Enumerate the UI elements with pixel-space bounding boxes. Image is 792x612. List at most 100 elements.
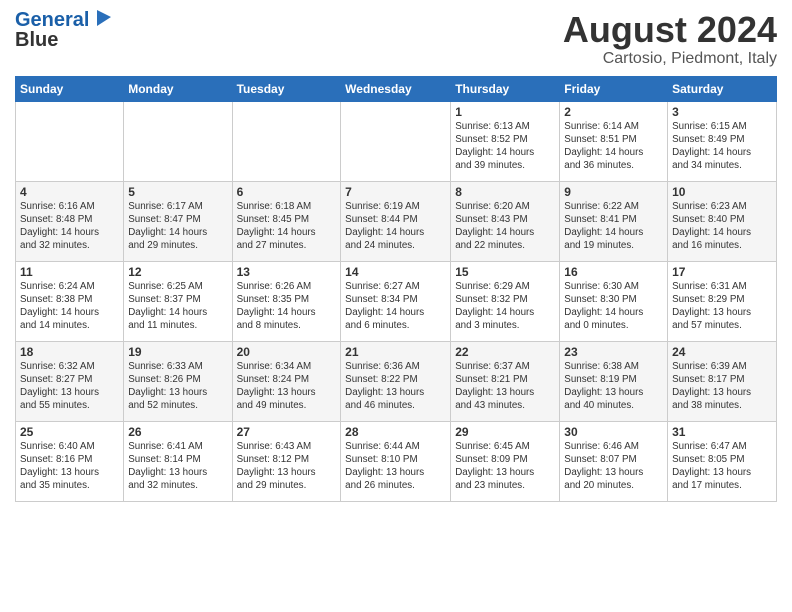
calendar-cell [232,101,341,181]
day-header-friday: Friday [560,76,668,101]
day-number: 2 [564,105,663,119]
calendar-cell: 6Sunrise: 6:18 AM Sunset: 8:45 PM Daylig… [232,181,341,261]
day-info: Sunrise: 6:18 AM Sunset: 8:45 PM Dayligh… [237,200,337,253]
week-row-4: 18Sunrise: 6:32 AM Sunset: 8:27 PM Dayli… [16,341,777,421]
day-header-monday: Monday [124,76,232,101]
day-header-thursday: Thursday [451,76,560,101]
day-header-tuesday: Tuesday [232,76,341,101]
day-number: 21 [345,345,446,359]
calendar-cell: 3Sunrise: 6:15 AM Sunset: 8:49 PM Daylig… [668,101,777,181]
calendar-cell: 15Sunrise: 6:29 AM Sunset: 8:32 PM Dayli… [451,261,560,341]
calendar-cell: 4Sunrise: 6:16 AM Sunset: 8:48 PM Daylig… [16,181,124,261]
day-info: Sunrise: 6:33 AM Sunset: 8:26 PM Dayligh… [128,360,227,413]
calendar-header-row: SundayMondayTuesdayWednesdayThursdayFrid… [16,76,777,101]
day-info: Sunrise: 6:16 AM Sunset: 8:48 PM Dayligh… [20,200,119,253]
calendar-cell: 2Sunrise: 6:14 AM Sunset: 8:51 PM Daylig… [560,101,668,181]
day-number: 25 [20,425,119,439]
calendar-cell [341,101,451,181]
day-number: 16 [564,265,663,279]
calendar-cell: 21Sunrise: 6:36 AM Sunset: 8:22 PM Dayli… [341,341,451,421]
day-info: Sunrise: 6:34 AM Sunset: 8:24 PM Dayligh… [237,360,337,413]
title-block: August 2024 Cartosio, Piedmont, Italy [563,10,777,68]
day-number: 26 [128,425,227,439]
day-info: Sunrise: 6:46 AM Sunset: 8:07 PM Dayligh… [564,440,663,493]
day-number: 31 [672,425,772,439]
day-number: 14 [345,265,446,279]
day-number: 28 [345,425,446,439]
calendar-cell: 20Sunrise: 6:34 AM Sunset: 8:24 PM Dayli… [232,341,341,421]
day-number: 9 [564,185,663,199]
day-number: 30 [564,425,663,439]
calendar-cell: 18Sunrise: 6:32 AM Sunset: 8:27 PM Dayli… [16,341,124,421]
logo-blue-text: Blue [15,29,58,51]
calendar-cell: 14Sunrise: 6:27 AM Sunset: 8:34 PM Dayli… [341,261,451,341]
day-number: 11 [20,265,119,279]
day-info: Sunrise: 6:19 AM Sunset: 8:44 PM Dayligh… [345,200,446,253]
calendar-cell: 9Sunrise: 6:22 AM Sunset: 8:41 PM Daylig… [560,181,668,261]
day-info: Sunrise: 6:27 AM Sunset: 8:34 PM Dayligh… [345,280,446,333]
day-info: Sunrise: 6:40 AM Sunset: 8:16 PM Dayligh… [20,440,119,493]
day-number: 17 [672,265,772,279]
day-info: Sunrise: 6:17 AM Sunset: 8:47 PM Dayligh… [128,200,227,253]
week-row-1: 1Sunrise: 6:13 AM Sunset: 8:52 PM Daylig… [16,101,777,181]
day-info: Sunrise: 6:15 AM Sunset: 8:49 PM Dayligh… [672,120,772,173]
day-number: 7 [345,185,446,199]
day-info: Sunrise: 6:47 AM Sunset: 8:05 PM Dayligh… [672,440,772,493]
day-number: 24 [672,345,772,359]
calendar-cell: 22Sunrise: 6:37 AM Sunset: 8:21 PM Dayli… [451,341,560,421]
day-info: Sunrise: 6:30 AM Sunset: 8:30 PM Dayligh… [564,280,663,333]
calendar-cell: 27Sunrise: 6:43 AM Sunset: 8:12 PM Dayli… [232,421,341,501]
calendar-cell: 12Sunrise: 6:25 AM Sunset: 8:37 PM Dayli… [124,261,232,341]
day-header-sunday: Sunday [16,76,124,101]
calendar-cell: 24Sunrise: 6:39 AM Sunset: 8:17 PM Dayli… [668,341,777,421]
subtitle: Cartosio, Piedmont, Italy [563,50,777,68]
day-number: 3 [672,105,772,119]
logo-icon [91,8,113,30]
calendar-cell: 17Sunrise: 6:31 AM Sunset: 8:29 PM Dayli… [668,261,777,341]
day-header-wednesday: Wednesday [341,76,451,101]
calendar-cell: 11Sunrise: 6:24 AM Sunset: 8:38 PM Dayli… [16,261,124,341]
week-row-2: 4Sunrise: 6:16 AM Sunset: 8:48 PM Daylig… [16,181,777,261]
day-info: Sunrise: 6:43 AM Sunset: 8:12 PM Dayligh… [237,440,337,493]
calendar-cell [16,101,124,181]
day-number: 1 [455,105,555,119]
calendar-cell: 19Sunrise: 6:33 AM Sunset: 8:26 PM Dayli… [124,341,232,421]
day-number: 4 [20,185,119,199]
calendar-cell: 8Sunrise: 6:20 AM Sunset: 8:43 PM Daylig… [451,181,560,261]
calendar-cell: 28Sunrise: 6:44 AM Sunset: 8:10 PM Dayli… [341,421,451,501]
day-info: Sunrise: 6:41 AM Sunset: 8:14 PM Dayligh… [128,440,227,493]
header: General Blue August 2024 Cartosio, Piedm… [15,10,777,68]
calendar-cell: 16Sunrise: 6:30 AM Sunset: 8:30 PM Dayli… [560,261,668,341]
calendar-cell: 25Sunrise: 6:40 AM Sunset: 8:16 PM Dayli… [16,421,124,501]
day-number: 27 [237,425,337,439]
calendar-cell: 29Sunrise: 6:45 AM Sunset: 8:09 PM Dayli… [451,421,560,501]
day-info: Sunrise: 6:39 AM Sunset: 8:17 PM Dayligh… [672,360,772,413]
day-info: Sunrise: 6:29 AM Sunset: 8:32 PM Dayligh… [455,280,555,333]
day-number: 8 [455,185,555,199]
day-header-saturday: Saturday [668,76,777,101]
day-number: 15 [455,265,555,279]
day-info: Sunrise: 6:45 AM Sunset: 8:09 PM Dayligh… [455,440,555,493]
week-row-5: 25Sunrise: 6:40 AM Sunset: 8:16 PM Dayli… [16,421,777,501]
day-number: 22 [455,345,555,359]
calendar-cell: 30Sunrise: 6:46 AM Sunset: 8:07 PM Dayli… [560,421,668,501]
day-number: 10 [672,185,772,199]
calendar-cell: 10Sunrise: 6:23 AM Sunset: 8:40 PM Dayli… [668,181,777,261]
day-info: Sunrise: 6:31 AM Sunset: 8:29 PM Dayligh… [672,280,772,333]
calendar-cell: 31Sunrise: 6:47 AM Sunset: 8:05 PM Dayli… [668,421,777,501]
day-info: Sunrise: 6:24 AM Sunset: 8:38 PM Dayligh… [20,280,119,333]
page: General Blue August 2024 Cartosio, Piedm… [0,0,792,612]
day-info: Sunrise: 6:36 AM Sunset: 8:22 PM Dayligh… [345,360,446,413]
day-info: Sunrise: 6:22 AM Sunset: 8:41 PM Dayligh… [564,200,663,253]
day-number: 13 [237,265,337,279]
calendar-cell: 13Sunrise: 6:26 AM Sunset: 8:35 PM Dayli… [232,261,341,341]
week-row-3: 11Sunrise: 6:24 AM Sunset: 8:38 PM Dayli… [16,261,777,341]
day-number: 12 [128,265,227,279]
day-info: Sunrise: 6:23 AM Sunset: 8:40 PM Dayligh… [672,200,772,253]
day-info: Sunrise: 6:14 AM Sunset: 8:51 PM Dayligh… [564,120,663,173]
day-number: 20 [237,345,337,359]
logo-text: General [15,10,89,30]
logo: General Blue [15,10,113,51]
day-number: 6 [237,185,337,199]
calendar-cell: 5Sunrise: 6:17 AM Sunset: 8:47 PM Daylig… [124,181,232,261]
